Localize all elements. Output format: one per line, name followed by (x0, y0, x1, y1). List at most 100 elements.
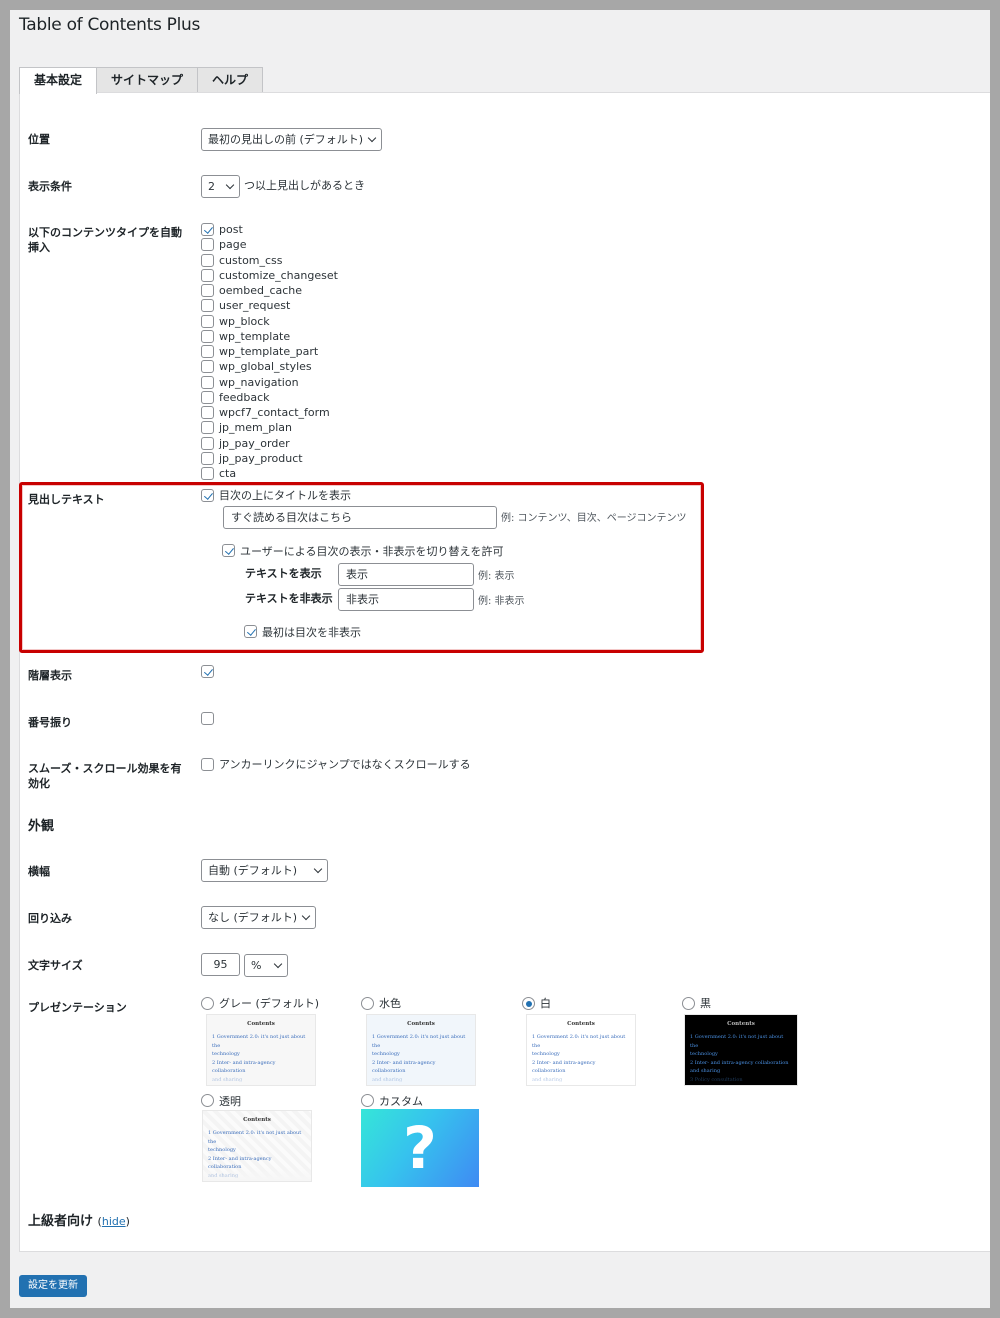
settings-panel: 位置 最初の見出しの前 (デフォルト) 表示条件 2 つ以上見出しがあるとき 以… (19, 92, 990, 1252)
content-type-label: wp_template (219, 329, 291, 343)
presentation-radio-light-blue[interactable] (361, 997, 374, 1010)
preview-white[interactable]: Contents 1 Government 2.0: it's not just … (526, 1014, 636, 1086)
settings-window: Table of Contents Plus 基本設定 サイトマップ ヘルプ 位… (10, 10, 990, 1308)
preview-line: 1 Government 2.0: it's not just about th… (690, 1034, 784, 1049)
smooth-scroll-label: スムーズ・スクロール効果を有 効化 (28, 761, 181, 791)
preview-custom[interactable]: ? (361, 1109, 479, 1187)
presentation-radio-transparent[interactable] (201, 1094, 214, 1107)
hierarchy-label: 階層表示 (28, 669, 72, 682)
heading-count-select[interactable]: 2 (201, 175, 240, 198)
content-type-label: feedback (219, 390, 270, 404)
presentation-light-blue-label: 水色 (379, 997, 401, 1010)
preview-fade (207, 1071, 315, 1085)
heading-text-highlight-box (19, 482, 704, 653)
preview-line: technology (208, 1147, 236, 1154)
hierarchy-checkbox[interactable] (201, 665, 214, 678)
presentation-custom-label: カスタム (379, 1095, 423, 1108)
advanced-heading-text: 上級者向け (28, 1214, 94, 1229)
advanced-heading: 上級者向け (hide) (28, 1214, 130, 1229)
presentation-radio-grey[interactable] (201, 997, 214, 1010)
font-size-label: 文字サイズ (28, 959, 83, 972)
content-type-label: oembed_cache (219, 284, 303, 297)
tab-basic-settings[interactable]: 基本設定 (19, 67, 98, 94)
content-type-checkbox-wp-template[interactable] (201, 329, 214, 343)
auto-insert-label-line1: 以下のコンテンツタイプを自動 (28, 226, 182, 239)
advanced-hide-link[interactable]: hide (102, 1215, 126, 1228)
preview-transparent[interactable]: Contents 1 Government 2.0: it's not just … (202, 1110, 312, 1182)
position-select[interactable]: 最初の見出しの前 (デフォルト) (201, 128, 382, 151)
content-type-checkbox-jp-mem-plan[interactable] (201, 421, 214, 435)
content-type-label: jp_pay_order (219, 436, 290, 450)
wrapping-select[interactable]: なし (デフォルト) (201, 906, 316, 929)
preview-light-blue[interactable]: Contents 1 Government 2.0: it's not just … (366, 1014, 476, 1086)
content-type-checkbox-user-request[interactable] (201, 299, 214, 313)
font-size-input[interactable]: 95 (201, 953, 240, 976)
chevron-down-icon (313, 864, 323, 874)
content-type-checkbox-post[interactable] (201, 223, 214, 236)
content-type-checkbox-page[interactable] (201, 238, 214, 252)
content-type-checkbox-custom-css[interactable] (201, 253, 214, 267)
auto-insert-label-line2: 挿入 (28, 241, 50, 254)
width-label: 横幅 (28, 865, 50, 878)
content-type-label: jp_mem_plan (219, 421, 292, 435)
presentation-black-label: 黒 (700, 997, 711, 1010)
content-type-label: cta (219, 467, 237, 480)
preview-fade (685, 1071, 797, 1085)
preview-title: Contents (567, 1021, 595, 1027)
wrapping-label: 回り込み (28, 912, 72, 925)
smooth-scroll-checkbox[interactable] (201, 758, 214, 771)
content-type-checkbox-oembed-cache[interactable] (201, 284, 214, 297)
preview-grey[interactable]: Contents 1 Government 2.0: it's not just … (206, 1014, 316, 1086)
font-size-unit-select[interactable]: % (244, 954, 288, 977)
wrapping-select-value: なし (デフォルト) (208, 911, 298, 924)
chevron-down-icon (225, 180, 235, 190)
presentation-white-label: 白 (540, 997, 551, 1010)
content-type-checkbox-wp-block[interactable] (201, 314, 214, 328)
chevron-down-icon (273, 959, 283, 969)
auto-insert-label: 以下のコンテンツタイプを自動 挿入 (28, 225, 182, 255)
smooth-scroll-label-line2: 効化 (28, 777, 50, 790)
content-type-checkbox-wp-template-part[interactable] (201, 345, 214, 358)
preview-fade (203, 1167, 311, 1181)
content-type-checkbox-customize-changeset[interactable] (201, 268, 214, 282)
smooth-scroll-option: アンカーリンクにジャンプではなくスクロールする (219, 758, 471, 771)
content-type-checkbox-jp-pay-order[interactable] (201, 436, 214, 450)
preview-line: 2 Inter- and intra-agency collaboration (690, 1059, 789, 1066)
smooth-scroll-label-line1: スムーズ・スクロール効果を有 (28, 762, 182, 775)
preview-title: Contents (407, 1021, 435, 1027)
content-type-checkbox-wp-global-styles[interactable] (201, 360, 214, 374)
content-type-checkbox-wpcf7-contact-form[interactable] (201, 406, 214, 419)
preview-line: 1 Government 2.0: it's not just about th… (372, 1034, 466, 1049)
preview-black[interactable]: Contents 1 Government 2.0: it's not just … (684, 1014, 798, 1086)
tab-help[interactable]: ヘルプ (197, 67, 264, 93)
preview-title: Contents (247, 1021, 275, 1027)
numbering-label: 番号振り (28, 716, 72, 729)
presentation-radio-black[interactable] (682, 997, 695, 1010)
presentation-label: プレゼンテーション (28, 1001, 127, 1014)
content-type-checkbox-jp-pay-product[interactable] (201, 451, 214, 465)
display-condition-suffix: つ以上見出しがあるとき (244, 179, 365, 192)
preview-fade (527, 1071, 635, 1085)
question-icon: ? (403, 1114, 437, 1182)
content-type-checkbox-feedback[interactable] (201, 390, 214, 404)
preview-line: 1 Government 2.0: it's not just about th… (212, 1034, 306, 1049)
content-type-label: customize_changeset (219, 268, 338, 282)
width-select[interactable]: 自動 (デフォルト) (201, 859, 328, 882)
content-type-checkbox-cta[interactable] (201, 467, 214, 480)
numbering-checkbox[interactable] (201, 712, 214, 725)
preview-line: technology (690, 1051, 718, 1058)
content-type-checkbox-wp-navigation[interactable] (201, 375, 214, 389)
save-settings-button[interactable]: 設定を更新 (19, 1275, 87, 1297)
preview-line: technology (212, 1051, 240, 1058)
preview-line: 1 Government 2.0: it's not just about th… (208, 1130, 302, 1145)
presentation-radio-custom[interactable] (361, 1094, 374, 1107)
page-title: Table of Contents Plus (19, 15, 201, 35)
appearance-heading: 外観 (28, 819, 55, 834)
presentation-radio-white[interactable] (522, 997, 535, 1010)
font-size-unit-value: % (251, 959, 262, 972)
content-type-label: page (219, 238, 247, 252)
content-type-label: wp_global_styles (219, 360, 312, 374)
display-condition-label: 表示条件 (28, 180, 72, 193)
content-type-label: wp_navigation (219, 375, 299, 389)
tab-sitemap[interactable]: サイトマップ (96, 67, 199, 93)
